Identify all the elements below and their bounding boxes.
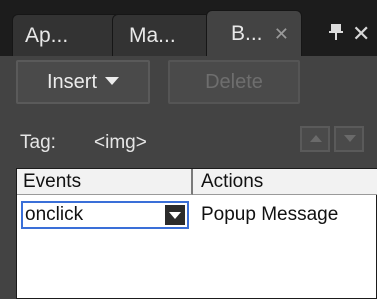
panel-content: Insert Delete Tag: <img> Events Actions … bbox=[0, 56, 377, 299]
delete-button[interactable]: Delete bbox=[168, 60, 300, 104]
delete-label: Delete bbox=[205, 71, 263, 93]
panel-tab-bar: Ap... Ma... B... ✕ ✕ bbox=[0, 0, 377, 56]
event-dropdown-button[interactable] bbox=[165, 205, 185, 225]
action-cell[interactable]: Popup Message bbox=[201, 202, 338, 228]
move-up-button[interactable] bbox=[300, 126, 330, 152]
event-select[interactable]: onclick bbox=[21, 201, 189, 229]
arrow-up-icon bbox=[310, 135, 322, 142]
tag-label: Tag: bbox=[20, 132, 56, 153]
tab-label: B... bbox=[231, 22, 263, 45]
column-header-actions[interactable]: Actions bbox=[193, 169, 377, 195]
close-icon[interactable]: ✕ bbox=[274, 11, 289, 57]
chevron-down-icon bbox=[169, 212, 181, 219]
event-value: onclick bbox=[25, 204, 84, 225]
tab-label: Ap... bbox=[25, 24, 69, 47]
tab-label: Ma... bbox=[129, 24, 176, 47]
tag-value: <img> bbox=[94, 132, 147, 153]
move-down-button[interactable] bbox=[334, 126, 364, 152]
column-header-events[interactable]: Events bbox=[17, 169, 193, 195]
close-icon[interactable]: ✕ bbox=[352, 14, 370, 54]
behaviors-table: Events Actions onclick Popup Message bbox=[16, 168, 377, 299]
insert-label: Insert bbox=[46, 71, 98, 93]
insert-button[interactable]: Insert bbox=[16, 60, 150, 104]
tab-ma[interactable]: Ma... bbox=[112, 14, 212, 56]
pin-icon[interactable] bbox=[326, 22, 346, 42]
tab-behaviors[interactable]: B... ✕ bbox=[206, 10, 302, 56]
behaviors-panel: Ap... Ma... B... ✕ ✕ Insert Delete Tag: … bbox=[0, 0, 377, 299]
tab-ap[interactable]: Ap... bbox=[12, 14, 120, 56]
chevron-down-icon bbox=[105, 76, 120, 85]
arrow-down-icon bbox=[344, 135, 356, 142]
